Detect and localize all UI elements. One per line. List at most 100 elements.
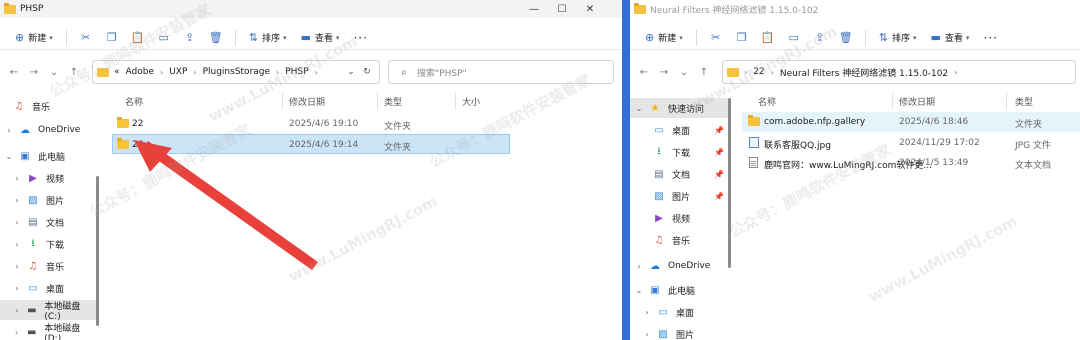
maximize-icon[interactable]: ☐ [548, 0, 576, 18]
view-button[interactable]: ▬ 查看 ▾ [296, 28, 345, 48]
breadcrumb-uxp[interactable]: UXP [169, 67, 187, 77]
paste-icon[interactable]: 📋 [757, 28, 779, 48]
delete-icon[interactable]: 🗑 [205, 28, 227, 48]
sidebar-item-music-2[interactable]: › ♫ 音乐 [0, 256, 96, 276]
sidebar-item-drive-d[interactable]: › ▬ 本地磁盘 (D:) [0, 322, 96, 340]
chevron-right-icon[interactable]: › [642, 330, 652, 339]
chevron-right-icon[interactable]: › [12, 262, 22, 271]
more-options-button[interactable]: ··· [978, 28, 1002, 48]
column-header-type[interactable]: 类型 [384, 95, 402, 108]
chevron-down-icon[interactable]: ⌄ [343, 64, 359, 80]
column-header-name[interactable]: 名称 [758, 95, 776, 108]
sort-button[interactable]: ⇅ 排序 ▾ [244, 28, 292, 48]
breadcrumb-neural-filters[interactable]: Neural Filters 神经网络滤镜 1.15.0-102 [780, 66, 948, 79]
rename-icon[interactable]: ▭ [153, 28, 175, 48]
table-row[interactable]: 鹿鸣官网：www.LuMingRJ.com软件更... 2024/1/5 13:… [742, 153, 1080, 173]
table-row[interactable]: com.adobe.nfp.gallery 2025/4/6 18:46 文件夹 [742, 112, 1080, 132]
breadcrumb-adobe[interactable]: Adobe [126, 67, 154, 77]
sidebar-item-videos[interactable]: ▶ 视频 [630, 208, 728, 228]
sidebar-item-desktop-2[interactable]: › ▭ 桌面 [630, 302, 728, 322]
column-header-size[interactable]: 大小 [462, 95, 480, 108]
cut-icon[interactable]: ✂ [75, 28, 97, 48]
chevron-right-icon[interactable]: › [642, 308, 652, 317]
copy-icon[interactable]: ❐ [731, 28, 753, 48]
sort-button[interactable]: ⇅ 排序 ▾ [874, 28, 922, 48]
chevron-right-icon[interactable]: › [12, 174, 22, 183]
sidebar-item-music[interactable]: ♫ 音乐 [0, 96, 96, 116]
address-bar[interactable]: « Adobe › UXP › PluginsStorage › PHSP › … [92, 60, 380, 84]
chevron-down-icon[interactable]: ⌄ [4, 152, 14, 161]
pin-icon[interactable]: 📌 [714, 126, 724, 135]
copy-icon[interactable]: ❐ [101, 28, 123, 48]
address-bar[interactable]: › 22 › Neural Filters 神经网络滤镜 1.15.0-102 … [722, 60, 1076, 84]
column-header-type[interactable]: 类型 [1015, 95, 1033, 108]
recent-chevron-icon[interactable]: ⌄ [44, 62, 64, 82]
chevron-right-icon[interactable]: › [4, 126, 14, 135]
chevron-right-icon[interactable]: › [12, 306, 21, 315]
sidebar-item-this-pc[interactable]: ⌄ ▣ 此电脑 [0, 146, 96, 166]
chevron-down-icon[interactable]: ⌄ [634, 286, 644, 295]
new-button[interactable]: ⊕ 新建 ▾ [10, 28, 58, 48]
chevron-right-icon: › [314, 67, 318, 77]
title-bar: PHSP — ☐ ✕ [0, 0, 622, 18]
table-row[interactable]: 联系客服QQ.jpg 2024/11/29 17:02 JPG 文件 [742, 133, 1080, 153]
sidebar-item-drive-c[interactable]: › ▬ 本地磁盘 (C:) [0, 300, 96, 322]
column-header-date[interactable]: 修改日期 [289, 95, 325, 108]
sidebar-item-pictures[interactable]: › ▨ 图片 [0, 190, 96, 210]
sidebar-item-documents[interactable]: › ▤ 文档 [0, 212, 96, 232]
share-icon[interactable]: ⇪ [809, 28, 831, 48]
refresh-icon[interactable]: ↻ [359, 64, 375, 80]
rename-icon[interactable]: ▭ [783, 28, 805, 48]
forward-icon[interactable]: → [24, 62, 44, 82]
sidebar-item-this-pc[interactable]: ⌄ ▣ 此电脑 [630, 280, 728, 300]
back-icon[interactable]: ← [634, 62, 654, 82]
folder-icon [117, 117, 129, 128]
table-row[interactable]: 22 2025/4/6 19:10 文件夹 [112, 114, 510, 134]
pin-icon[interactable]: 📌 [714, 192, 724, 201]
cut-icon[interactable]: ✂ [705, 28, 727, 48]
breadcrumb-phsp[interactable]: PHSP [285, 67, 308, 77]
up-icon[interactable]: ↑ [694, 62, 714, 82]
column-header-date[interactable]: 修改日期 [899, 95, 935, 108]
up-icon[interactable]: ↑ [64, 62, 84, 82]
view-button[interactable]: ▬ 查看 ▾ [926, 28, 975, 48]
more-options-button[interactable]: ··· [348, 28, 372, 48]
recent-chevron-icon[interactable]: ⌄ [674, 62, 694, 82]
chevron-right-icon[interactable]: › [12, 196, 22, 205]
share-icon[interactable]: ⇪ [179, 28, 201, 48]
close-icon[interactable]: ✕ [576, 0, 604, 18]
chevron-right-icon[interactable]: › [12, 284, 22, 293]
delete-icon[interactable]: 🗑 [835, 28, 857, 48]
sidebar-item-label: 快速访问 [668, 104, 705, 115]
sidebar-item-pictures-2[interactable]: › ▨ 图片 [630, 324, 728, 340]
column-header-name[interactable]: 名称 [125, 95, 143, 108]
new-button[interactable]: ⊕ 新建 ▾ [640, 28, 688, 48]
sidebar-item-music[interactable]: ♫ 音乐 [630, 230, 728, 250]
breadcrumb-22[interactable]: 22 [753, 67, 764, 77]
search-input[interactable]: ⌕ 搜索"PHSP" [388, 60, 614, 84]
minimize-icon[interactable]: — [520, 0, 548, 18]
sidebar-scrollbar[interactable] [728, 98, 731, 268]
chevron-right-icon[interactable]: › [12, 240, 22, 249]
chevron-right-icon[interactable]: › [12, 328, 21, 337]
breadcrumb-overflow[interactable]: « [114, 67, 120, 77]
table-row-selected[interactable]: 26 2025/4/6 19:14 文件夹 [112, 134, 510, 154]
pin-icon[interactable]: 📌 [714, 148, 724, 157]
paste-icon[interactable]: 📋 [127, 28, 149, 48]
chevron-right-icon[interactable]: › [12, 218, 22, 227]
sidebar-item-quick-access[interactable]: ⌄ ★ 快速访问 [630, 98, 728, 118]
pin-icon[interactable]: 📌 [714, 170, 724, 179]
back-icon[interactable]: ← [4, 62, 24, 82]
sidebar-item-downloads[interactable]: › ⭳ 下载 [0, 234, 96, 254]
breadcrumb-pluginsstorage[interactable]: PluginsStorage [203, 67, 270, 77]
desktop-gap [622, 0, 630, 340]
sidebar-item-desktop[interactable]: › ▭ 桌面 [0, 278, 96, 298]
sidebar-item-onedrive[interactable]: › ☁ OneDrive [0, 120, 96, 140]
chevron-right-icon[interactable]: › [634, 262, 644, 271]
sidebar-scrollbar[interactable] [96, 176, 99, 326]
sidebar-item-onedrive[interactable]: › ☁ OneDrive [630, 256, 728, 276]
forward-icon[interactable]: → [654, 62, 674, 82]
new-button-label: 新建 [658, 34, 677, 44]
chevron-down-icon[interactable]: ⌄ [634, 104, 644, 113]
sidebar-item-videos[interactable]: › ▶ 视频 [0, 168, 96, 188]
